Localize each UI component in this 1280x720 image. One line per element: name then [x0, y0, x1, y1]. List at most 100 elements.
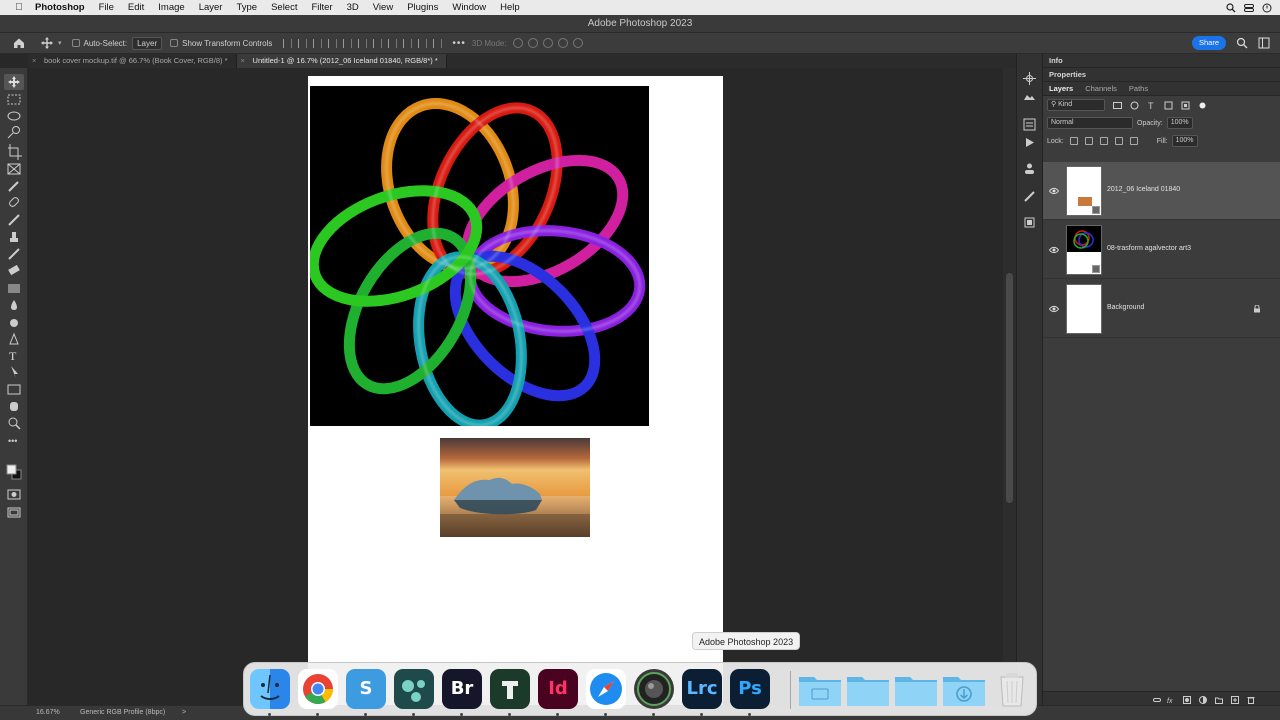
3d-roll-icon[interactable] — [527, 38, 538, 48]
menu-edit[interactable]: Edit — [128, 2, 144, 13]
dock-mindnode[interactable] — [394, 669, 434, 709]
canvas-area[interactable] — [28, 68, 1003, 705]
history-icon[interactable] — [1023, 118, 1036, 131]
lock-artboard-icon[interactable] — [1114, 137, 1123, 145]
crop-tool-icon[interactable] — [8, 144, 22, 160]
layer-name[interactable]: 2012_06 Iceland 01840 — [1107, 186, 1180, 193]
dock-bridge[interactable]: Br — [442, 669, 482, 709]
distribute-top-icon[interactable] — [418, 38, 428, 48]
status-menu-arrow[interactable]: > — [182, 706, 186, 720]
screen-mode-icon[interactable] — [7, 507, 21, 518]
dodge-tool-icon[interactable] — [10, 319, 18, 327]
color-swatches-icon[interactable] — [6, 464, 22, 480]
layer-row-vector-art[interactable]: 08-trasform agalvector art3 — [1043, 221, 1280, 279]
opacity-field[interactable]: 100% — [1166, 117, 1193, 129]
blur-tool-icon[interactable] — [11, 300, 17, 310]
lasso-tool-icon[interactable] — [7, 111, 21, 121]
share-button[interactable]: Share — [1191, 36, 1226, 50]
new-layer-icon[interactable] — [1231, 695, 1239, 704]
dock-trash[interactable] — [992, 669, 1032, 709]
libraries-icon[interactable] — [1023, 90, 1036, 103]
brush-tool-icon[interactable] — [8, 214, 20, 226]
workspace-icon[interactable] — [1258, 37, 1270, 49]
quick-mask-icon[interactable] — [7, 489, 21, 500]
document-canvas[interactable] — [307, 76, 723, 705]
frame-tool-icon[interactable] — [7, 163, 21, 175]
align-hcenter-icon[interactable] — [298, 38, 308, 48]
layer-name[interactable]: 08-trasform agalvector art3 — [1107, 245, 1191, 252]
dock-folder-documents[interactable] — [846, 669, 889, 709]
rainbow-ribbon-artwork[interactable] — [307, 86, 649, 431]
eraser-tool-icon[interactable] — [8, 264, 20, 276]
menu-3d[interactable]: 3D — [347, 2, 359, 13]
filter-shape-icon[interactable] — [1164, 101, 1173, 110]
tab-untitled-1[interactable]: × Untitled-1 @ 16.7% (2012_06 Iceland 01… — [236, 54, 447, 68]
lock-pixels-icon[interactable] — [1084, 137, 1093, 145]
delete-layer-icon[interactable] — [1247, 695, 1255, 704]
menu-image[interactable]: Image — [158, 2, 184, 13]
people-icon[interactable] — [1023, 162, 1036, 175]
dock-photoshop[interactable]: Ps — [730, 669, 770, 709]
lock-all-icon[interactable] — [1129, 137, 1138, 145]
filter-toggle-icon[interactable] — [1198, 101, 1207, 110]
distribute-bottom-icon[interactable] — [433, 38, 443, 48]
chevron-down-icon[interactable]: ▾ — [58, 39, 62, 47]
dock-indesign[interactable]: Id — [538, 669, 578, 709]
menu-select[interactable]: Select — [271, 2, 297, 13]
control-center-icon[interactable] — [1244, 3, 1254, 13]
align-right-icon[interactable] — [313, 38, 323, 48]
3d-orbit-icon[interactable] — [512, 38, 523, 48]
gradient-tool-icon[interactable] — [8, 284, 20, 293]
tab-book-cover[interactable]: × book cover mockup.tif @ 66.7% (Book Co… — [28, 54, 237, 68]
dock-safari[interactable] — [586, 669, 626, 709]
siri-icon[interactable] — [1262, 3, 1272, 13]
info-panel-header[interactable]: Info — [1043, 54, 1280, 68]
3d-pan-icon[interactable] — [542, 38, 553, 48]
layer-filter-dropdown[interactable]: ⚲ Kind — [1047, 99, 1105, 111]
apple-icon[interactable]:  — [12, 2, 26, 13]
distribute-hcenter-icon[interactable] — [388, 38, 398, 48]
actions-play-icon[interactable] — [1023, 136, 1036, 149]
3d-slide-icon[interactable] — [557, 38, 568, 48]
align-bottom-icon[interactable] — [358, 38, 368, 48]
menu-window[interactable]: Window — [452, 2, 486, 13]
auto-select-dropdown[interactable]: Layer — [132, 36, 163, 50]
lock-icon[interactable] — [1253, 304, 1261, 313]
dock-folder-desktop[interactable] — [894, 669, 937, 709]
filter-adjustment-icon[interactable] — [1130, 101, 1139, 110]
search-icon[interactable] — [1236, 37, 1248, 49]
menu-help[interactable]: Help — [500, 2, 520, 13]
clone-stamp-tool-icon[interactable] — [10, 232, 18, 242]
visibility-eye-icon[interactable] — [1048, 304, 1060, 313]
auto-select-checkbox[interactable] — [71, 39, 80, 47]
filter-smart-object-icon[interactable] — [1181, 101, 1190, 110]
visibility-eye-icon[interactable] — [1048, 186, 1060, 195]
dock-lens-app[interactable] — [634, 669, 674, 709]
hand-tool-icon[interactable] — [10, 402, 18, 411]
menu-plugins[interactable]: Plugins — [407, 2, 438, 13]
new-adjustment-layer-icon[interactable] — [1199, 695, 1207, 704]
tab-channels[interactable]: Channels — [1079, 82, 1123, 95]
zoom-tool-icon[interactable] — [8, 417, 21, 430]
dock-typeface[interactable] — [490, 669, 530, 709]
home-icon[interactable] — [12, 36, 26, 50]
canvas-vertical-scrollbar[interactable] — [1003, 68, 1016, 705]
blend-mode-dropdown[interactable]: Normal — [1047, 117, 1133, 129]
dock-folder-downloads[interactable] — [942, 669, 985, 709]
menu-file[interactable]: File — [99, 2, 114, 13]
search-icon[interactable] — [1226, 2, 1236, 13]
scrollbar-thumb[interactable] — [1006, 273, 1013, 503]
visibility-eye-icon[interactable] — [1048, 245, 1060, 254]
menu-filter[interactable]: Filter — [311, 2, 332, 13]
filter-type-icon[interactable]: T — [1147, 101, 1156, 111]
rectangle-tool-icon[interactable] — [7, 384, 21, 395]
lock-position-icon[interactable] — [1099, 137, 1108, 145]
menu-layer[interactable]: Layer — [199, 2, 223, 13]
align-left-icon[interactable] — [283, 38, 293, 48]
marquee-tool-icon[interactable] — [7, 94, 21, 105]
clone-source-icon[interactable] — [1023, 216, 1036, 229]
path-selection-tool-icon[interactable] — [11, 366, 18, 378]
history-brush-tool-icon[interactable] — [8, 248, 20, 260]
transform-controls-checkbox[interactable] — [170, 39, 179, 47]
distribute-right-icon[interactable] — [403, 38, 413, 48]
